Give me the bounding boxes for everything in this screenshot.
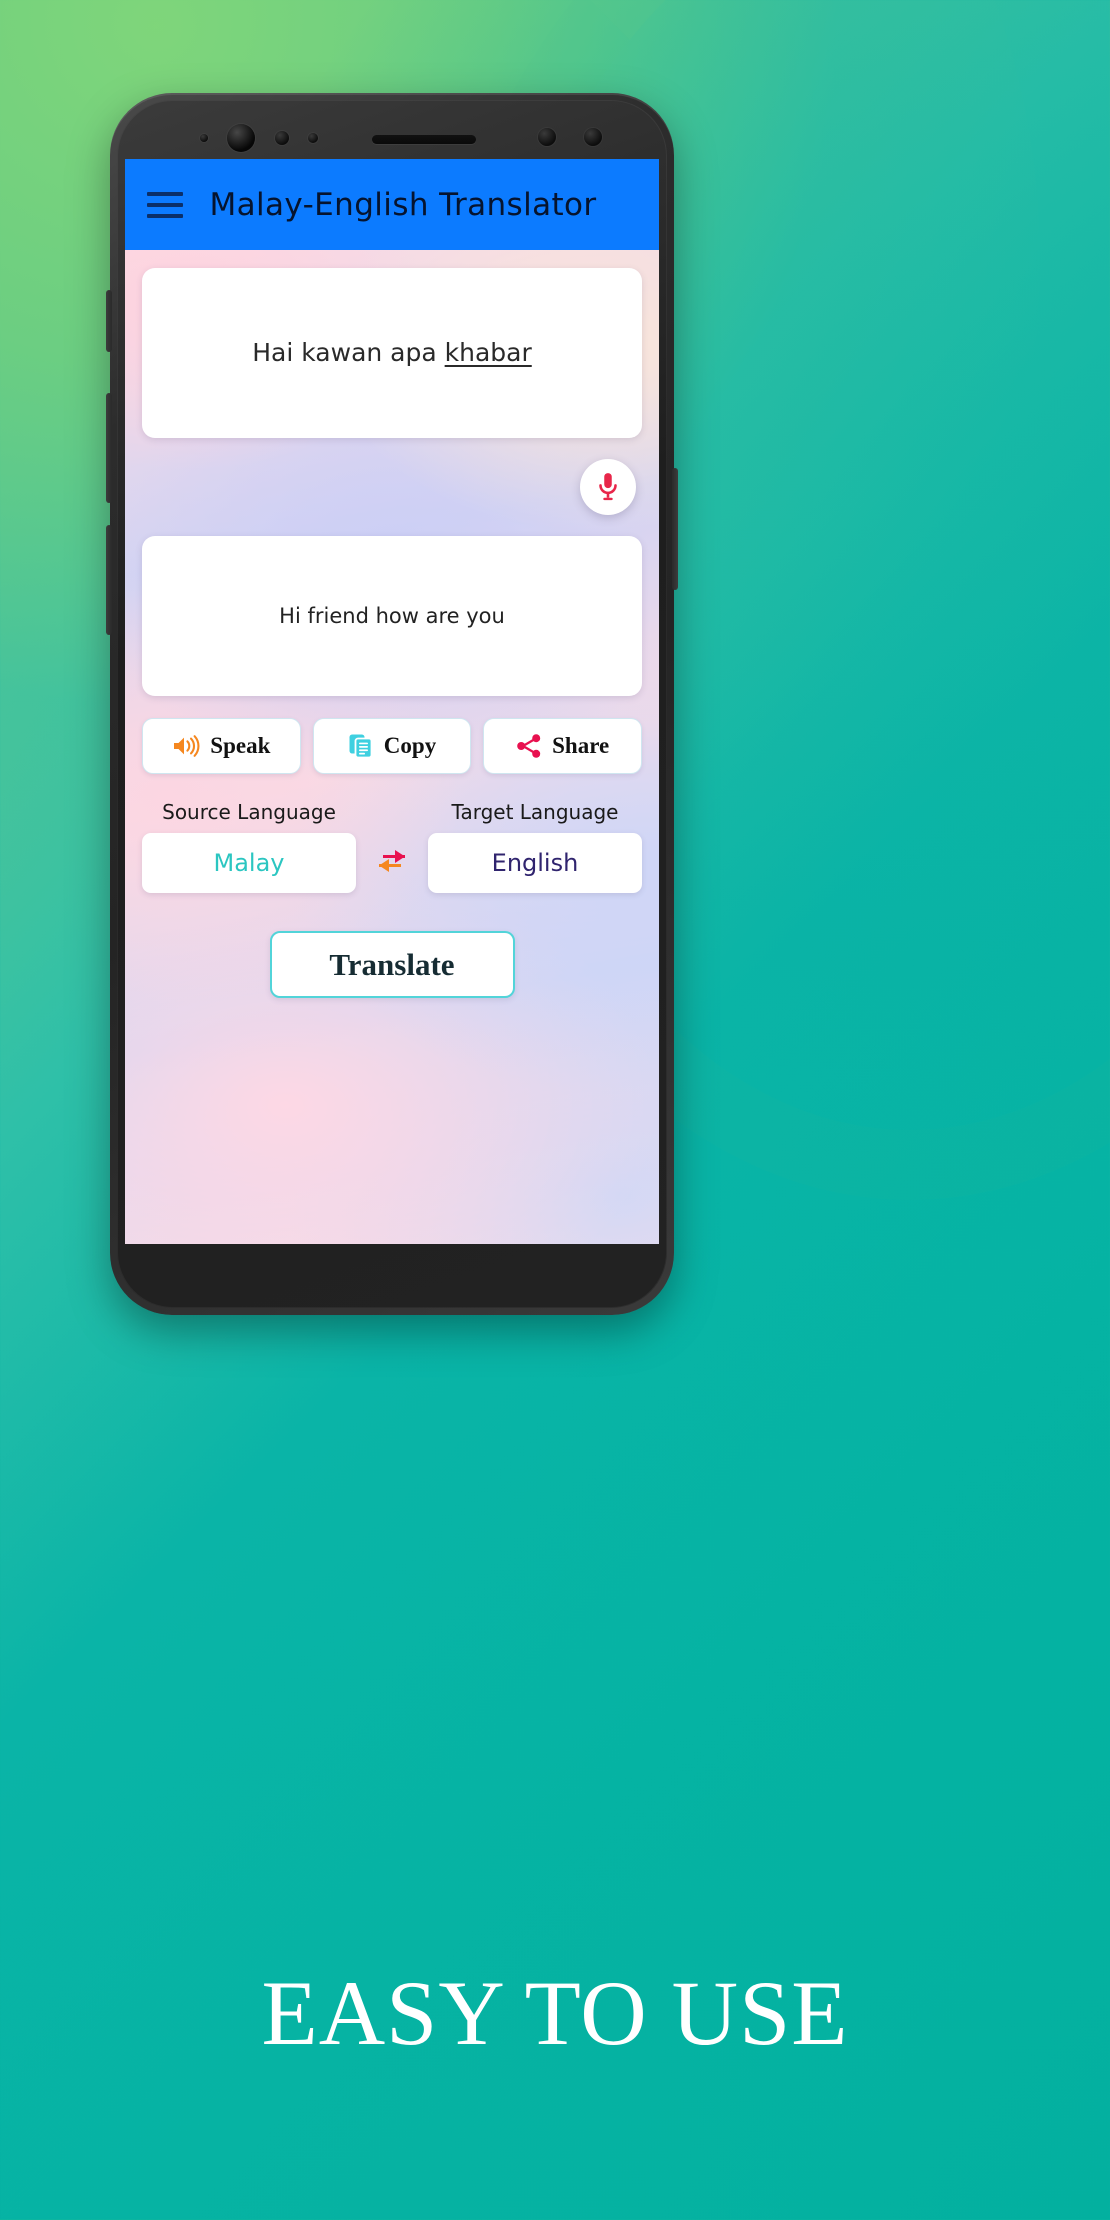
copy-button[interactable]: Copy (312, 718, 472, 774)
source-text-misspelled: khabar (444, 337, 532, 367)
source-text-input[interactable]: Hai kawan apa khabar (142, 268, 642, 438)
app-bar: Malay-English Translator (125, 159, 659, 250)
translate-button-wrap: Translate (142, 931, 642, 998)
target-language-label: Target Language (451, 800, 619, 824)
speak-button[interactable]: Speak (142, 718, 301, 774)
sensor-icon (200, 134, 208, 142)
phone-side-button-volume-down (106, 525, 112, 635)
target-language-select[interactable]: English (428, 833, 642, 893)
sensor-icon-right-a (538, 128, 556, 146)
phone-mockup: Malay-English Translator Hai kawan apa k… (106, 93, 678, 1315)
hamburger-menu-icon[interactable] (147, 190, 183, 220)
app-content: Hai kawan apa khabar Hi friend how are y… (125, 250, 659, 1244)
language-select-row: Malay English (142, 833, 642, 893)
microphone-button[interactable] (580, 459, 636, 515)
microphone-icon (595, 472, 621, 502)
phone-screen: Malay-English Translator Hai kawan apa k… (125, 159, 659, 1244)
share-nodes-icon (516, 733, 542, 759)
action-button-row: Speak Copy Share (142, 718, 643, 774)
source-text-value: Hai kawan apa khabar (252, 337, 532, 370)
translate-button[interactable]: Translate (269, 931, 515, 998)
language-labels-row: Source Language Target Language (142, 800, 642, 824)
share-button-label: Share (552, 733, 610, 758)
light-sensor-icon (308, 133, 318, 143)
copy-documents-icon (348, 733, 374, 759)
language-selector-section: Source Language Target Language Malay En… (142, 800, 642, 893)
source-text-plain: Hai kawan apa (252, 337, 445, 367)
speaker-volume-icon (172, 734, 200, 758)
swap-arrows-icon (365, 844, 419, 882)
phone-side-button-volume-up (106, 393, 112, 503)
proximity-sensor-icon (275, 131, 289, 145)
translation-result: Hi friend how are you (142, 536, 642, 696)
share-button[interactable]: Share (483, 718, 643, 774)
sensor-icon-right-b (584, 128, 602, 146)
background-arc-decoration-lower (0, 1660, 1020, 2220)
earpiece-speaker-icon (372, 135, 476, 144)
phone-side-button-mute (106, 290, 112, 352)
result-text-value: Hi friend how are you (279, 604, 505, 628)
mic-row (142, 438, 642, 536)
translate-button-label: Translate (329, 946, 455, 982)
copy-button-label: Copy (383, 733, 437, 758)
speak-button-label: Speak (210, 733, 271, 758)
target-language-value: English (491, 849, 579, 877)
page-title: Malay-English Translator (209, 186, 597, 223)
source-language-label: Source Language (162, 800, 336, 824)
phone-side-button-power (672, 468, 678, 590)
promo-caption: EASY TO USE (261, 1962, 849, 2064)
front-camera-icon (227, 124, 255, 152)
swap-languages-button[interactable] (356, 844, 428, 882)
source-language-select[interactable]: Malay (142, 833, 356, 893)
source-language-value: Malay (213, 849, 285, 877)
phone-top-hardware (110, 122, 674, 156)
